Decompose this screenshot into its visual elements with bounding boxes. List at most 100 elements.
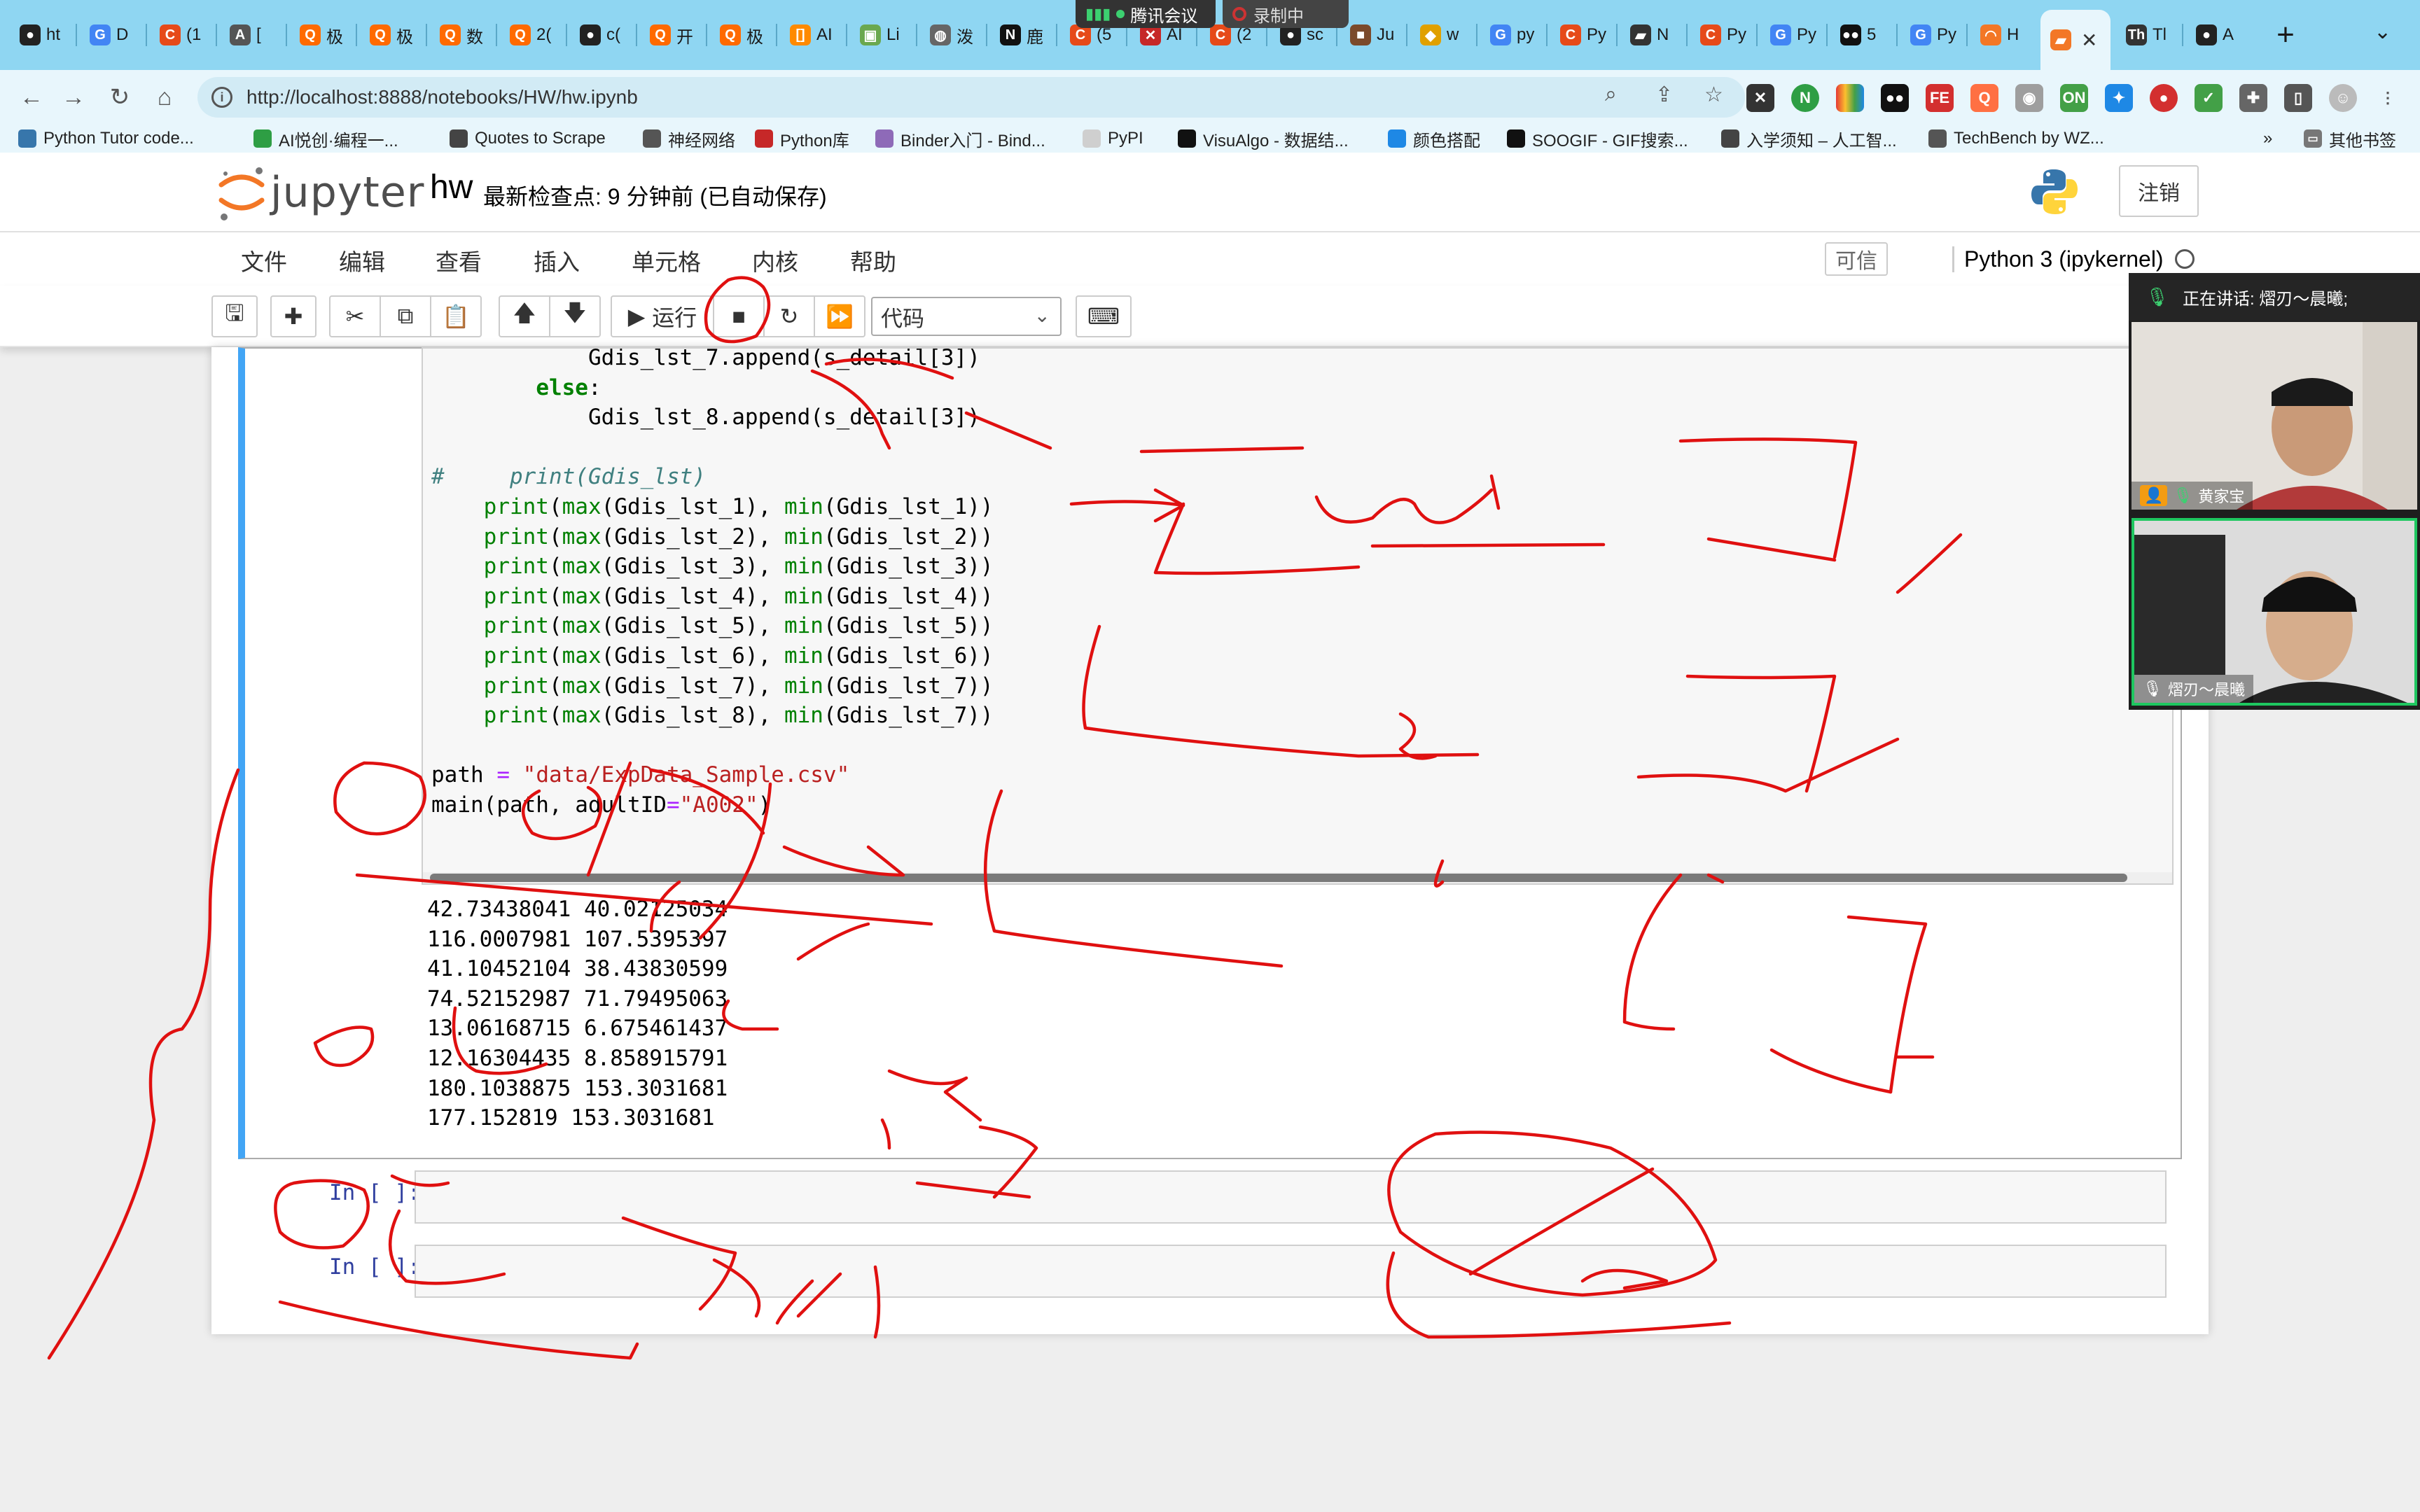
extension-shield-icon[interactable]: ✓ [2195, 84, 2223, 112]
menu-kernel[interactable]: 内核 [752, 244, 798, 277]
other-bookmarks-folder[interactable]: ▭ 其他书签 [2304, 127, 2396, 150]
horizontal-scrollbar-thumb[interactable] [430, 874, 2127, 882]
bookmark-item[interactable]: 神经网络 [643, 127, 735, 150]
extension-stop-icon[interactable]: ● [2150, 84, 2178, 112]
code-text[interactable]: Gdis_lst_7.append(s_detail[3]) else: Gdi… [431, 349, 994, 820]
extension-x-icon[interactable]: ✕ [1746, 84, 1774, 112]
browser-tab[interactable]: GD [80, 15, 144, 55]
insert-cell-button[interactable]: ✚ [270, 295, 317, 337]
share-icon[interactable]: ⇪ [1655, 83, 1673, 107]
browser-tab[interactable]: ■ Ju [1340, 15, 1405, 55]
zoom-icon[interactable]: ⌕ [1605, 83, 1617, 106]
run-button[interactable]: ▶ 运行 [611, 295, 714, 337]
bookmark-item[interactable]: Python库 [755, 127, 849, 150]
browser-tab[interactable]: Gpy [1480, 15, 1545, 55]
new-tab-button[interactable]: + [2266, 15, 2305, 55]
paste-button[interactable]: 📋 [430, 295, 482, 337]
recording-indicator[interactable]: 录制中 [1223, 0, 1349, 28]
empty-code-cell[interactable]: In [ ]: [238, 1166, 2182, 1231]
site-info-icon[interactable]: i [211, 87, 232, 108]
participant-video-1[interactable]: 👤 🎙 黄家宝 [2132, 322, 2417, 510]
cell-type-select[interactable]: 代码 ⌄ [871, 297, 1062, 336]
bookmarks-more-button[interactable]: » [2263, 127, 2272, 150]
move-down-button[interactable]: 🡇 [549, 295, 601, 337]
browser-tab[interactable]: ●● 5 [1830, 15, 1895, 55]
extension-fe-icon[interactable]: FE [1926, 84, 1954, 112]
interrupt-button[interactable]: ■ [713, 295, 765, 337]
extension-n-icon[interactable]: N [1791, 84, 1819, 112]
move-up-button[interactable]: 🡅 [499, 295, 550, 337]
cut-button[interactable]: ✂ [329, 295, 381, 337]
extension-on-icon[interactable]: ON [2060, 84, 2088, 112]
close-tab-icon[interactable]: ✕ [2081, 29, 2097, 52]
side-panel-icon[interactable]: ▯ [2284, 84, 2312, 112]
reload-icon[interactable]: ↻ [104, 81, 136, 113]
command-palette-button[interactable]: ⌨ [1076, 295, 1132, 337]
browser-tab[interactable]: Q极 [710, 15, 774, 55]
browser-tab[interactable]: G Py [1900, 15, 1965, 55]
extension-bird-icon[interactable]: ✦ [2105, 84, 2133, 112]
empty-code-cell[interactable]: In [ ]: [238, 1240, 2182, 1305]
bookmark-item[interactable]: TechBench by WZ... [1928, 127, 2104, 150]
bookmark-item[interactable]: Quotes to Scrape [450, 127, 606, 150]
forward-icon[interactable]: → [57, 81, 90, 113]
browser-tab[interactable]: ▰ ✕ [2040, 10, 2110, 70]
logout-button[interactable]: 注销 [2119, 165, 2199, 217]
browser-tab[interactable]: Q极 [360, 15, 424, 55]
cell-input[interactable] [415, 1245, 2167, 1298]
bookmark-item[interactable]: 入学须知 – 人工智... [1721, 127, 1897, 150]
menu-edit[interactable]: 编辑 [339, 244, 385, 277]
browser-tab[interactable]: Th Tl [2116, 15, 2181, 55]
extension-dots-icon[interactable]: ●● [1881, 84, 1909, 112]
copy-button[interactable]: ⧉ [380, 295, 431, 337]
browser-tab[interactable]: Q 2( [500, 15, 564, 55]
browser-tab[interactable]: ◠ H [1970, 15, 2035, 55]
code-cell-selected[interactable]: Gdis_lst_7.append(s_detail[3]) else: Gdi… [238, 347, 2182, 1159]
participant-video-2[interactable]: 🎙 熠刃～晨曦 [2132, 518, 2417, 706]
code-editor[interactable]: Gdis_lst_7.append(s_detail[3]) else: Gdi… [422, 347, 2174, 885]
restart-run-all-button[interactable]: ⏩ [814, 295, 865, 337]
notebook-name[interactable]: hw [430, 168, 473, 206]
bookmark-item[interactable]: PyPI [1083, 127, 1143, 150]
extension-camera-icon[interactable]: ◉ [2015, 84, 2043, 112]
back-icon[interactable]: ← [15, 81, 48, 113]
browser-tab[interactable]: ▣ Li [850, 15, 915, 55]
browser-tab[interactable]: ◍ 泼 [920, 15, 985, 55]
bookmark-star-icon[interactable]: ☆ [1704, 83, 1723, 107]
browser-tab[interactable]: ● ht [10, 15, 74, 55]
bookmark-item[interactable]: SOOGIF - GIF搜索... [1507, 127, 1688, 150]
video-call-panel[interactable]: 🎙 正在讲话: 熠刃～晨曦; 👤 🎙 黄家宝 🎙 熠刃～晨曦 [2129, 273, 2420, 710]
trusted-indicator[interactable]: 可信 [1825, 242, 1888, 276]
browser-tab[interactable]: ▰ N [1620, 15, 1685, 55]
browser-tab[interactable]: [] AI [780, 15, 844, 55]
url-text[interactable]: http://localhost:8888/notebooks/HW/hw.ip… [246, 86, 638, 108]
browser-tab[interactable]: A[ [220, 15, 284, 55]
menu-view[interactable]: 查看 [436, 244, 482, 277]
browser-tab[interactable]: ● A [2186, 15, 2251, 55]
extensions-puzzle-icon[interactable]: ✚ [2239, 84, 2267, 112]
bookmark-item[interactable]: VisuAlgo - 数据结... [1178, 127, 1349, 150]
bookmark-item[interactable]: AI悦创·编程一... [253, 127, 398, 150]
browser-tab[interactable]: C Py [1550, 15, 1615, 55]
cell-input[interactable] [415, 1170, 2167, 1224]
browser-tab[interactable]: ◆ w [1410, 15, 1475, 55]
extension-color-icon[interactable] [1836, 84, 1864, 112]
meeting-indicator[interactable]: ▮▮▮ 腾讯会议 [1076, 0, 1216, 28]
profile-avatar[interactable]: ☺ [2329, 84, 2357, 112]
browser-menu-icon[interactable]: ⋮ [2374, 84, 2402, 112]
browser-tab[interactable]: Q开 [640, 15, 704, 55]
menu-cell[interactable]: 单元格 [632, 244, 701, 277]
bookmark-item[interactable]: 颜色搭配 [1388, 127, 1480, 150]
address-bar[interactable]: i http://localhost:8888/notebooks/HW/hw.… [197, 77, 1745, 118]
browser-tab[interactable]: C Py [1690, 15, 1755, 55]
browser-tab[interactable]: C (1 [150, 15, 214, 55]
horizontal-scrollbar[interactable] [423, 872, 2172, 883]
restart-button[interactable]: ↻ [763, 295, 815, 337]
kernel-name[interactable]: Python 3 (ipykernel) [1952, 246, 2164, 272]
bookmark-item[interactable]: Binder入门 - Bind... [875, 127, 1045, 150]
save-button[interactable]: 🖫 [211, 295, 258, 337]
tab-search-icon[interactable]: ⌄ [2374, 20, 2391, 44]
browser-tab[interactable]: Q数 [430, 15, 494, 55]
menu-help[interactable]: 帮助 [850, 244, 896, 277]
menu-insert[interactable]: 插入 [534, 244, 580, 277]
